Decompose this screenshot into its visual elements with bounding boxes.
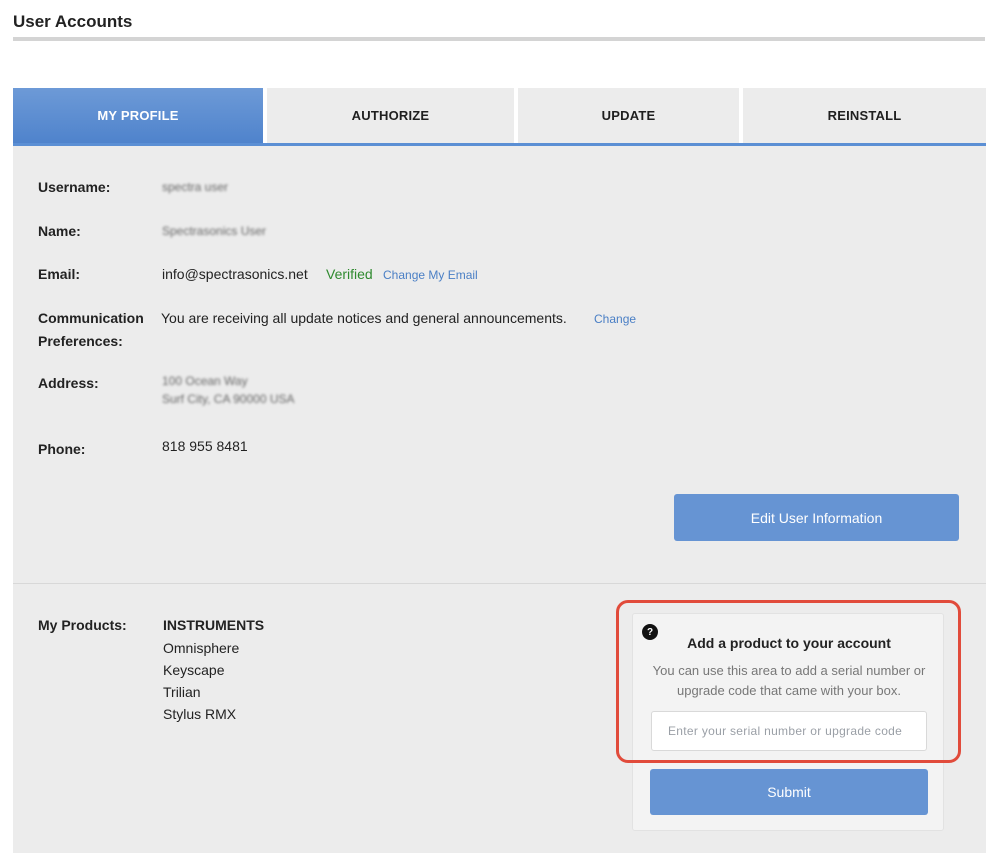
submit-button[interactable]: Submit (650, 769, 928, 815)
product-item: Stylus RMX (163, 706, 237, 722)
email-value: info@spectrasonics.net (162, 266, 308, 282)
name-value: Spectrasonics User (162, 224, 267, 238)
my-products-label: My Products: (38, 617, 127, 633)
username-label: Username: (38, 179, 111, 195)
add-product-title: Add a product to your account (687, 635, 891, 651)
tab-update[interactable]: UPDATE (514, 88, 739, 143)
address-line1: 100 Ocean Way (162, 374, 248, 388)
address-label: Address: (38, 375, 99, 391)
phone-label: Phone: (38, 441, 86, 457)
serial-number-input[interactable] (651, 711, 927, 751)
tab-bar: MY PROFILE AUTHORIZE UPDATE REINSTALL (13, 88, 986, 146)
username-value: spectra user (162, 180, 229, 194)
address-line2: Surf City, CA 90000 USA (162, 392, 295, 406)
title-divider (13, 37, 985, 41)
email-verified-badge: Verified (326, 266, 373, 282)
edit-user-information-button[interactable]: Edit User Information (674, 494, 959, 541)
tab-authorize[interactable]: AUTHORIZE (263, 88, 514, 143)
change-email-link[interactable]: Change My Email (383, 264, 478, 286)
communication-label-line1: Communication (38, 310, 144, 326)
tab-reinstall[interactable]: REINSTALL (739, 88, 986, 143)
product-item: Omnisphere (163, 640, 240, 656)
products-category: INSTRUMENTS (163, 617, 265, 633)
profile-panel: Username: spectra user Name: Spectrasoni… (13, 146, 986, 853)
product-item: Trilian (163, 684, 201, 700)
phone-value: 818 955 8481 (162, 438, 248, 454)
email-label: Email: (38, 266, 81, 282)
communication-value: You are receiving all update notices and… (161, 310, 567, 326)
add-product-description: You can use this area to add a serial nu… (652, 663, 926, 698)
change-communication-link[interactable]: Change (594, 308, 636, 330)
add-product-card: ? Add a product to your account You can … (632, 613, 944, 831)
product-item: Keyscape (163, 662, 225, 678)
section-divider (13, 583, 986, 584)
name-label: Name: (38, 223, 81, 239)
page-title: User Accounts (13, 12, 133, 31)
communication-label-line2: Preferences: (38, 333, 123, 349)
tab-my-profile[interactable]: MY PROFILE (13, 88, 263, 143)
